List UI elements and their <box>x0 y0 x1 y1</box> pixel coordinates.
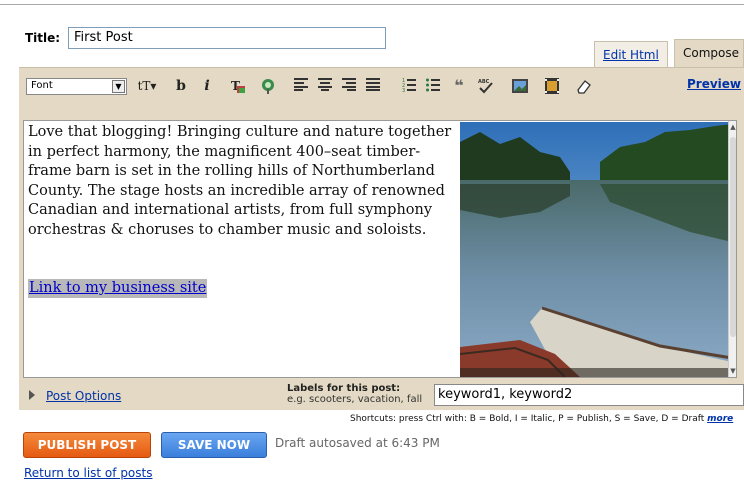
chevron-down-icon: ▼ <box>112 80 125 93</box>
align-right-icon[interactable] <box>341 77 357 95</box>
compose-editor[interactable]: Love that blogging! Bringing culture and… <box>23 120 737 378</box>
labels-input[interactable]: keyword1, keyword2 <box>434 384 744 406</box>
link-icon[interactable] <box>259 77 277 95</box>
tab-edit-html-label: Edit Html <box>603 48 659 62</box>
expand-arrow-icon[interactable] <box>29 390 35 400</box>
svg-text:3: 3 <box>402 88 405 93</box>
text-color-icon[interactable]: T <box>229 77 247 95</box>
title-input[interactable]: First Post <box>68 27 386 49</box>
scroll-thumb[interactable] <box>730 137 736 337</box>
bullet-list-icon[interactable] <box>425 77 441 95</box>
publish-post-button[interactable]: PUBLISH POST <box>23 432 151 458</box>
top-divider <box>0 4 744 5</box>
font-select-label: Font <box>31 80 53 91</box>
justify-icon[interactable] <box>365 77 381 95</box>
lake-canoe-image[interactable] <box>460 122 732 377</box>
autosave-status: Draft autosaved at 6:43 PM <box>275 436 440 450</box>
preview-link[interactable]: Preview <box>687 77 741 91</box>
tab-edit-html[interactable]: Edit Html <box>594 41 668 67</box>
tab-compose[interactable]: Compose <box>674 39 744 67</box>
post-body-text[interactable]: Love that blogging! Bringing culture and… <box>28 123 458 241</box>
font-select[interactable]: Font ▼ <box>26 78 127 95</box>
spellcheck-icon[interactable]: ABC <box>477 77 495 95</box>
shortcuts-more-link[interactable]: more <box>707 414 733 424</box>
labels-title: Labels for this post: <box>287 383 401 394</box>
labels-example: e.g. scooters, vacation, fall <box>287 394 423 405</box>
align-left-icon[interactable] <box>293 77 309 95</box>
save-now-button[interactable]: SAVE NOW <box>161 432 267 458</box>
image-icon[interactable] <box>511 77 529 95</box>
shortcuts-text: Shortcuts: press Ctrl with: B = Bold, I … <box>350 414 705 424</box>
business-site-link[interactable]: Link to my business site <box>28 279 208 298</box>
video-icon[interactable] <box>543 77 561 95</box>
shortcuts-hint: Shortcuts: press Ctrl with: B = Bold, I … <box>350 414 733 424</box>
return-to-posts-link[interactable]: Return to list of posts <box>24 466 152 480</box>
post-options-bar: Post Options Labels for this post: e.g. … <box>19 380 744 410</box>
text-size-icon[interactable]: tT▾ <box>133 77 161 95</box>
svg-text:ABC: ABC <box>478 79 490 85</box>
bold-icon[interactable]: b <box>173 77 189 95</box>
eraser-icon[interactable] <box>575 77 593 95</box>
numbered-list-icon[interactable]: 123 <box>401 77 417 95</box>
editor-scrollbar[interactable]: ▲ ▼ <box>728 121 736 377</box>
scroll-up-icon[interactable]: ▲ <box>729 123 737 131</box>
post-options-link[interactable]: Post Options <box>46 389 121 403</box>
editor-toolbar: Font ▼ tT▾ b i T 123 ❝ ABC Preview <box>19 67 744 101</box>
scroll-down-icon[interactable]: ▼ <box>729 367 737 375</box>
italic-icon[interactable]: i <box>199 77 215 95</box>
title-label: Title: <box>25 31 61 45</box>
align-center-icon[interactable] <box>317 77 333 95</box>
blockquote-icon[interactable]: ❝ <box>451 77 467 95</box>
